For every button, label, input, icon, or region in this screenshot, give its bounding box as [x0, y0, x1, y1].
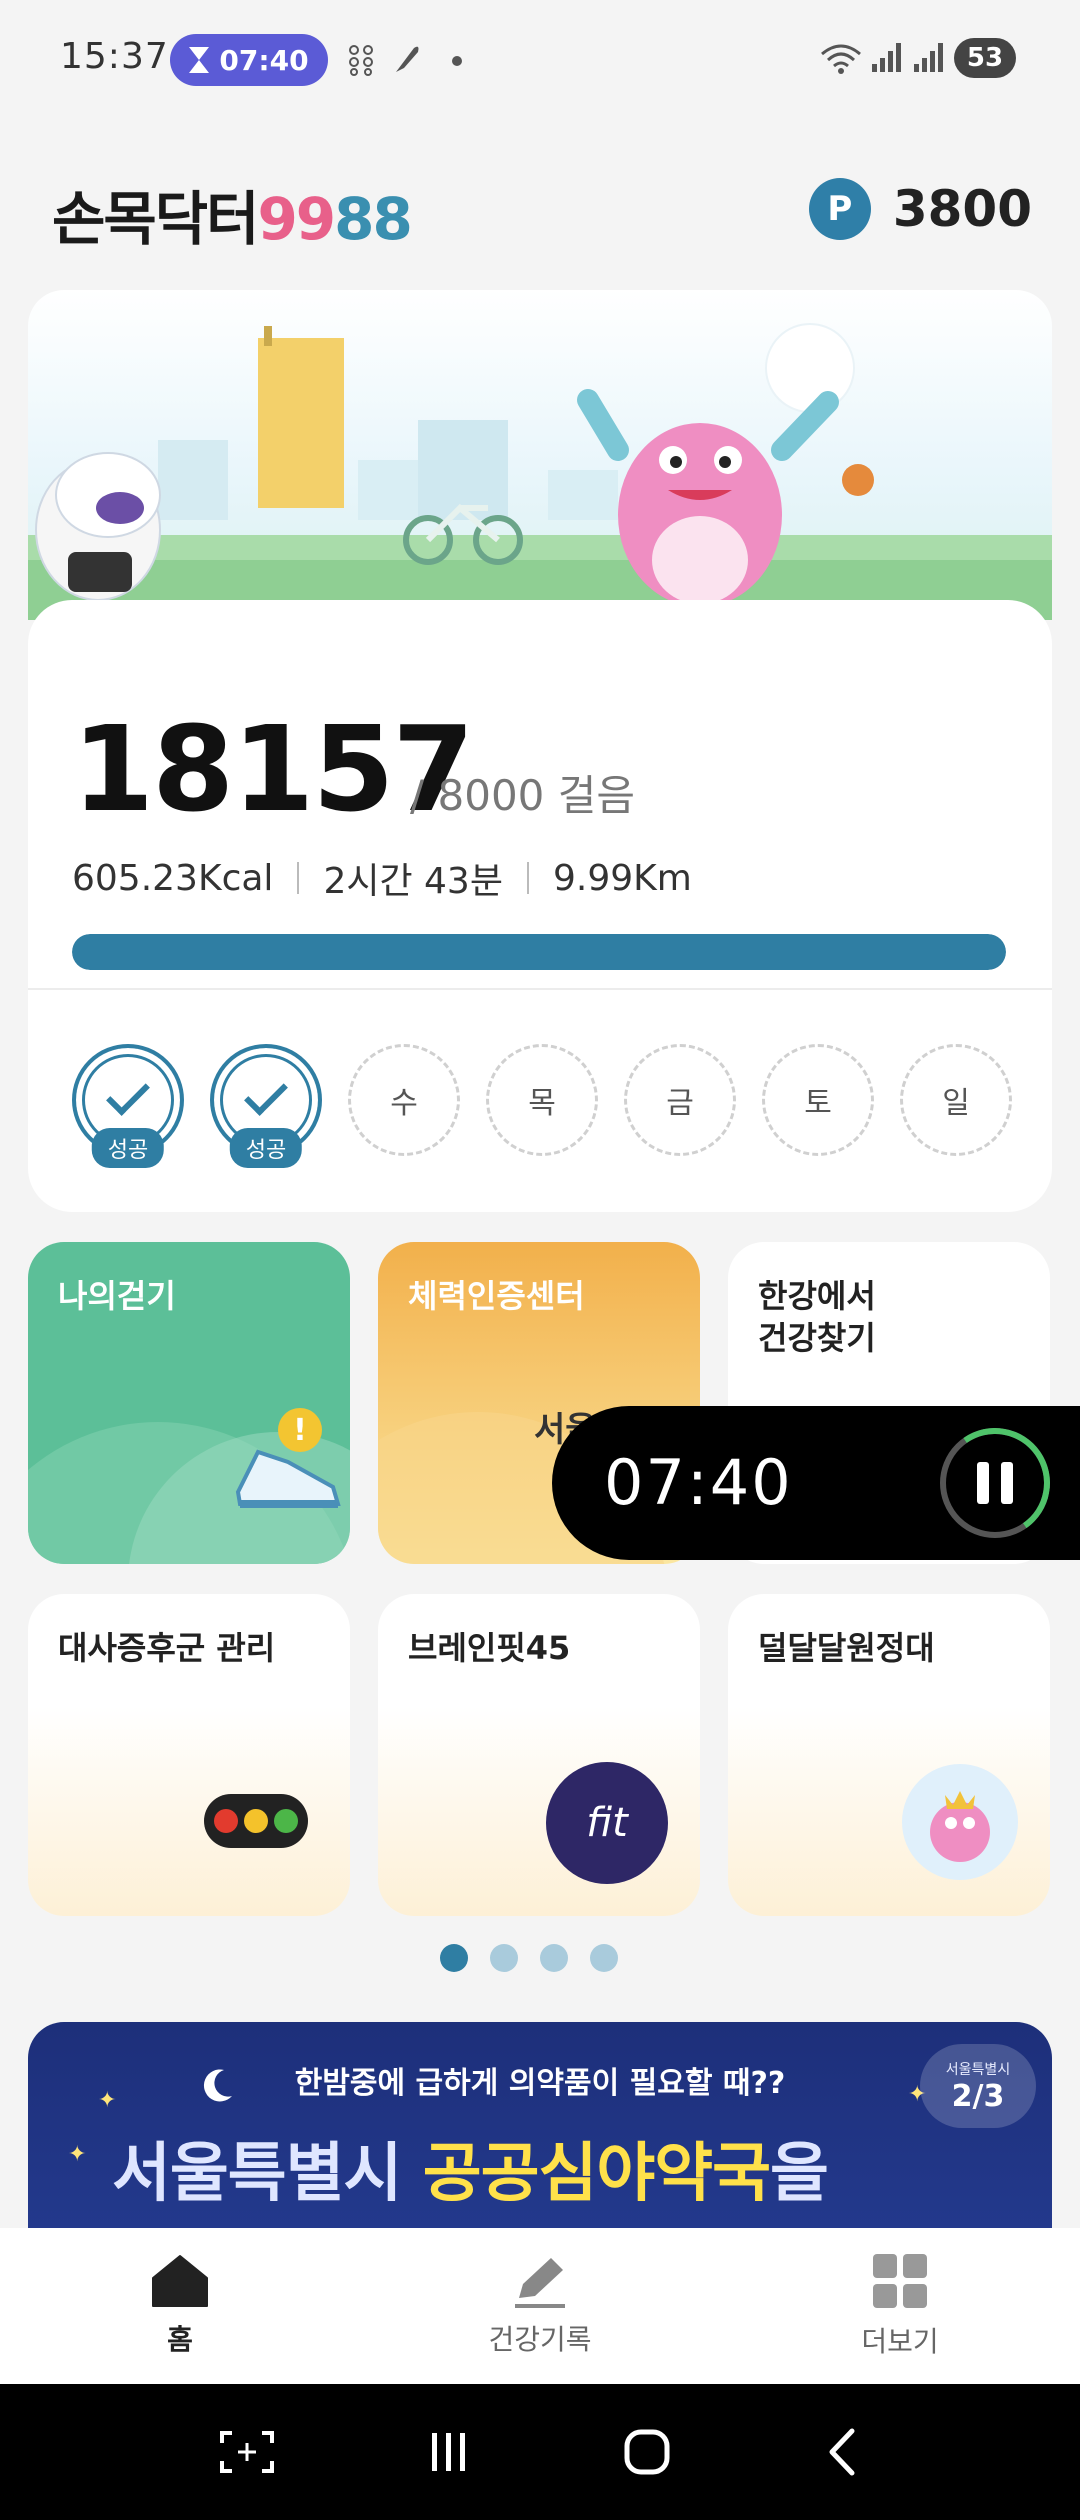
tile-title: 덜달달원정대 — [758, 1629, 935, 1667]
logo-name: 손목닥터 — [52, 185, 259, 253]
status-bar: 15:37 07:40 53 — [0, 0, 1080, 120]
battery-indicator: 53 — [954, 38, 1016, 78]
step-goal: / 8000 걸음 — [410, 771, 636, 820]
day-label: 일 — [942, 1086, 970, 1121]
logo-num-99: 99 — [257, 185, 336, 253]
bottom-navigation: 홈 건강기록 더보기 — [0, 2228, 1080, 2384]
alert-icon: ! — [278, 1408, 322, 1452]
back-icon[interactable] — [822, 2427, 862, 2477]
traffic-light-icon — [204, 1794, 308, 1848]
page-dot-3[interactable] — [540, 1944, 568, 1972]
nav-home[interactable]: 홈 — [0, 2228, 360, 2384]
floating-timer-time: 07:40 — [604, 1446, 793, 1519]
day-status-0[interactable]: 성공 — [72, 1044, 184, 1168]
page-dot-2[interactable] — [490, 1944, 518, 1972]
tile-title: 체력인증센터 — [408, 1277, 585, 1315]
day-label: 목 — [528, 1086, 556, 1121]
feather-icon — [396, 46, 419, 72]
distance-stat: 9.99Km — [552, 857, 692, 899]
recents-icon[interactable] — [426, 2429, 472, 2475]
check-icon — [244, 1072, 288, 1116]
pause-button[interactable] — [931, 1419, 1059, 1547]
status-time: 15:37 — [60, 36, 169, 77]
app-logo: 손목닥터9988 — [52, 172, 413, 256]
pencil-icon — [515, 2258, 565, 2308]
nav-health-record[interactable]: 건강기록 — [360, 2228, 720, 2384]
tile-title: 브레인핏45 — [408, 1629, 571, 1667]
success-badge: 성공 — [91, 1128, 165, 1168]
floating-timer[interactable]: 07:40 — [552, 1406, 1080, 1560]
day-status-6[interactable]: 일 — [900, 1044, 1012, 1156]
timer-status-pill[interactable]: 07:40 — [170, 34, 328, 86]
nav-home-label: 홈 — [167, 2323, 193, 2356]
home-button-icon[interactable] — [622, 2427, 672, 2477]
tile-my-walking[interactable]: 나의걷기 ! — [28, 1242, 350, 1564]
promo-title: 서울특별시 공공심야약국을 — [112, 2122, 829, 2214]
tile-metabolic-syndrome[interactable]: 대사증후군 관리 — [28, 1594, 350, 1916]
signal-icon — [872, 43, 901, 72]
day-label: 금 — [666, 1086, 694, 1121]
tile-title: 대사증후군 관리 — [58, 1629, 276, 1667]
duration-stat: 2시간 43분 — [323, 861, 503, 902]
timer-progress-ring — [931, 1419, 1059, 1547]
grid-icon — [873, 2254, 927, 2308]
step-progress-fill — [72, 934, 1006, 970]
day-status-2[interactable]: 수 — [348, 1044, 460, 1156]
step-stats: 605.23Kcal 2시간 43분 9.99Km — [72, 852, 692, 904]
day-status-4[interactable]: 금 — [624, 1044, 736, 1156]
stat-divider — [297, 862, 300, 894]
promo-subtitle: 한밤중에 급하게 의약품이 필요할 때?? — [294, 2066, 786, 2101]
success-badge: 성공 — [229, 1128, 303, 1168]
promo-title-suffix: 을 — [769, 2137, 829, 2211]
tile-title: 나의걷기 — [58, 1277, 176, 1315]
day-status-1[interactable]: 성공 — [210, 1044, 322, 1168]
promo-page-indicator: 서울특별시 2/3 — [920, 2044, 1036, 2128]
tile-brainfit45[interactable]: 브레인핏45 fit — [378, 1594, 700, 1916]
nav-health-record-label: 건강기록 — [488, 2323, 592, 2356]
step-progress-bar — [72, 934, 1006, 970]
day-label: 토 — [804, 1086, 832, 1121]
wifi-icon — [821, 44, 861, 74]
hero-illustration — [28, 290, 1052, 620]
white-tiger-mascot — [35, 452, 161, 601]
tile-pagination — [440, 1944, 618, 1972]
points-display[interactable]: P 3800 — [808, 178, 1032, 240]
day-status-5[interactable]: 토 — [762, 1044, 874, 1156]
weekly-status-row: 성공 성공 수 목 금 토 일 — [72, 1044, 1012, 1168]
card-divider — [28, 988, 1052, 990]
day-status-3[interactable]: 목 — [486, 1044, 598, 1156]
page-dot-4[interactable] — [590, 1944, 618, 1972]
home-icon — [152, 2255, 208, 2307]
grid-dots-icon — [349, 45, 373, 76]
nav-more-label: 더보기 — [861, 2325, 939, 2358]
city-park-illustration — [28, 323, 1052, 620]
point-icon: P — [808, 178, 871, 240]
promo-title-highlight: 공공심야약국 — [422, 2137, 771, 2211]
tile-title: 한강에서 건강찾기 — [758, 1277, 876, 1357]
calories-stat: 605.23Kcal — [72, 857, 274, 899]
page-dot-1[interactable] — [440, 1944, 468, 1972]
timer-pill-text: 07:40 — [219, 43, 309, 77]
hourglass-icon — [189, 47, 210, 73]
stat-divider — [526, 862, 529, 894]
mascot-avatar-icon — [902, 1764, 1018, 1880]
nav-more[interactable]: 더보기 — [720, 2228, 1080, 2384]
screenshot-capture-icon[interactable] — [218, 2429, 276, 2475]
star-decoration: ✦ — [68, 2142, 87, 2167]
notification-dot — [452, 56, 462, 66]
step-summary-card[interactable]: 18157 / 8000 걸음 605.23Kcal 2시간 43분 9.99K… — [28, 600, 1052, 1212]
system-navigation-bar — [0, 2384, 1080, 2520]
brainfit-logo-icon: fit — [546, 1762, 668, 1884]
check-icon — [106, 1072, 150, 1116]
logo-num-88: 88 — [334, 185, 413, 253]
promo-banner[interactable]: ✦ ✦ ✦ 한밤중에 급하게 의약품이 필요할 때?? 서울특별시 공공심야약국… — [28, 2022, 1052, 2228]
signal-icon-2 — [914, 43, 943, 72]
promo-page-org: 서울특별시 — [945, 2061, 1011, 2078]
tile-sugar-expedition[interactable]: 덜달달원정대 — [728, 1594, 1050, 1916]
day-label: 수 — [390, 1086, 418, 1121]
promo-page-number: 2/3 — [951, 2078, 1005, 2114]
points-value: 3800 — [892, 180, 1032, 238]
promo-title-prefix: 서울특별시 — [112, 2137, 423, 2211]
